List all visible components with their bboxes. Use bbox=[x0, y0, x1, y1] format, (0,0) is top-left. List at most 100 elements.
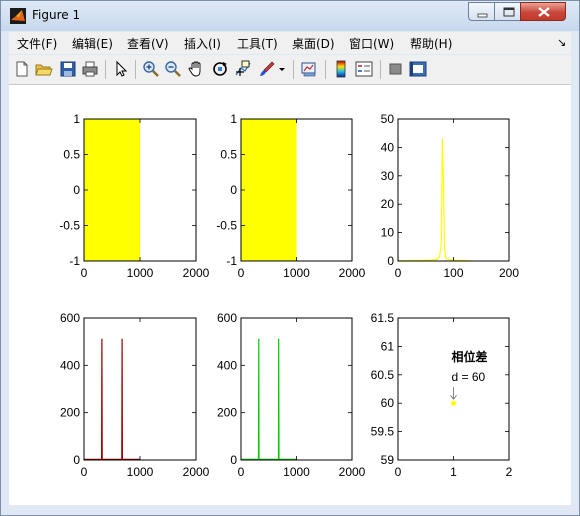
signal-fill bbox=[241, 119, 297, 261]
zoom-out-icon[interactable] bbox=[164, 60, 182, 78]
y-tick-label: 60 bbox=[381, 396, 395, 410]
rotate-3d-icon[interactable] bbox=[211, 60, 229, 78]
toolbar-separator bbox=[293, 60, 294, 79]
y-tick-label: 0 bbox=[387, 254, 394, 268]
toolbar bbox=[9, 55, 571, 85]
y-tick-label: 0 bbox=[73, 183, 80, 197]
maximize-icon bbox=[503, 7, 515, 17]
x-tick-label: 200 bbox=[499, 266, 519, 280]
y-tick-label: 59 bbox=[381, 453, 395, 467]
edit-plot-arrow-icon[interactable] bbox=[112, 60, 130, 78]
x-tick-label: 0 bbox=[238, 465, 245, 479]
figure-window: Figure 1 文件(F) 编辑(E) 查看(V) 插入(I) 工具(T) 桌… bbox=[0, 0, 580, 516]
minimize-icon bbox=[477, 13, 488, 18]
y-tick-label: 20 bbox=[381, 197, 395, 211]
y-tick-label: -0.5 bbox=[59, 219, 80, 233]
hide-plot-tools-icon[interactable] bbox=[387, 60, 405, 78]
plot-area bbox=[241, 318, 352, 460]
annotation-label: 相位差 bbox=[452, 349, 488, 364]
dock-arrow-icon[interactable]: ↘ bbox=[557, 36, 566, 49]
x-tick-label: 0 bbox=[395, 465, 402, 479]
plot-area bbox=[398, 119, 509, 261]
toolbar-separator bbox=[135, 60, 136, 79]
link-plot-icon[interactable] bbox=[300, 60, 318, 78]
y-tick-label: 600 bbox=[60, 311, 80, 325]
brush-icon[interactable] bbox=[258, 60, 276, 78]
menu-desktop[interactable]: 桌面(D) bbox=[292, 35, 335, 52]
menu-file[interactable]: 文件(F) bbox=[17, 35, 57, 52]
y-tick-label: 1 bbox=[73, 112, 80, 126]
y-tick-label: 400 bbox=[60, 358, 80, 372]
x-tick-label: 1000 bbox=[127, 465, 154, 479]
y-tick-label: 60.5 bbox=[371, 368, 395, 382]
y-tick-label: 200 bbox=[60, 406, 80, 420]
axes-1[interactable]: 0 1000 2000 -1 -0.5 0 0.5 1 bbox=[59, 112, 209, 280]
y-tick-label: 0 bbox=[230, 183, 237, 197]
x-tick-label: 0 bbox=[81, 465, 88, 479]
x-tick-label: 2000 bbox=[339, 266, 366, 280]
data-cursor-icon[interactable] bbox=[234, 60, 252, 78]
x-tick-label: 100 bbox=[443, 266, 463, 280]
data-point bbox=[451, 400, 456, 406]
x-tick-label: 1000 bbox=[127, 266, 154, 280]
minimize-button[interactable] bbox=[468, 2, 495, 21]
brush-dropdown-arrow-icon[interactable] bbox=[277, 60, 287, 78]
y-tick-label: 0 bbox=[230, 453, 237, 467]
menu-edit[interactable]: 编辑(E) bbox=[72, 35, 113, 52]
x-tick-label: 0 bbox=[81, 266, 88, 280]
x-tick-label: 1 bbox=[450, 465, 457, 479]
colorbar-icon[interactable] bbox=[332, 60, 350, 78]
axes-6[interactable]: 相位差 d = 60 0 1 2 59 59.5 60 60.5 61 61.5 bbox=[371, 311, 513, 479]
new-figure-icon[interactable] bbox=[13, 60, 31, 78]
matlab-logo-icon bbox=[10, 8, 26, 24]
toolbar-separator bbox=[105, 60, 106, 79]
signal-fill bbox=[84, 119, 140, 261]
y-tick-label: -0.5 bbox=[216, 219, 237, 233]
close-icon bbox=[538, 7, 550, 17]
figure-canvas[interactable]: 0 1000 2000 -1 -0.5 0 0.5 1 0 1000 2000 -1 -0.5 0 0.5 1… bbox=[9, 85, 571, 505]
legend-icon[interactable] bbox=[355, 60, 373, 78]
menu-tools[interactable]: 工具(T) bbox=[237, 35, 278, 52]
y-tick-label: 59.5 bbox=[371, 425, 395, 439]
y-tick-label: 400 bbox=[217, 358, 237, 372]
y-tick-label: 61.5 bbox=[371, 311, 395, 325]
x-tick-label: 2000 bbox=[183, 266, 210, 280]
print-icon[interactable] bbox=[81, 60, 99, 78]
menu-window[interactable]: 窗口(W) bbox=[349, 35, 394, 52]
open-file-icon[interactable] bbox=[35, 60, 53, 78]
x-tick-label: 2000 bbox=[183, 465, 210, 479]
axes-3[interactable]: 0 100 200 0 10 20 30 40 50 bbox=[381, 112, 520, 280]
menu-insert[interactable]: 插入(I) bbox=[184, 35, 221, 52]
y-tick-label: 10 bbox=[381, 226, 395, 240]
y-tick-label: -1 bbox=[226, 254, 237, 268]
annotation-value: d = 60 bbox=[452, 370, 486, 384]
x-tick-label: 1000 bbox=[283, 465, 310, 479]
axes-5[interactable]: 0 1000 2000 0 200 400 600 bbox=[217, 311, 366, 479]
y-tick-label: 0 bbox=[73, 453, 80, 467]
toolbar-separator bbox=[380, 60, 381, 79]
y-tick-label: -1 bbox=[69, 254, 80, 268]
zoom-in-icon[interactable] bbox=[142, 60, 160, 78]
menu-help[interactable]: 帮助(H) bbox=[410, 35, 452, 52]
save-icon[interactable] bbox=[59, 60, 77, 78]
y-tick-label: 50 bbox=[381, 112, 395, 126]
axes-2[interactable]: 0 1000 2000 -1 -0.5 0 0.5 1 bbox=[216, 112, 365, 280]
plot-area bbox=[84, 318, 196, 460]
y-tick-label: 1 bbox=[230, 112, 237, 126]
close-button[interactable] bbox=[520, 2, 566, 21]
x-tick-label: 2000 bbox=[339, 465, 366, 479]
axes-4[interactable]: 0 1000 2000 0 200 400 600 bbox=[60, 311, 210, 479]
menu-view[interactable]: 查看(V) bbox=[127, 35, 169, 52]
y-tick-label: 61 bbox=[381, 339, 395, 353]
y-tick-label: 200 bbox=[217, 406, 237, 420]
title-bar[interactable]: Figure 1 bbox=[1, 1, 579, 31]
y-tick-label: 0.5 bbox=[220, 148, 237, 162]
show-plot-tools-icon[interactable] bbox=[409, 60, 427, 78]
y-tick-label: 30 bbox=[381, 169, 395, 183]
pan-hand-icon[interactable] bbox=[187, 60, 205, 78]
y-tick-label: 40 bbox=[381, 140, 395, 154]
x-tick-label: 1000 bbox=[283, 266, 310, 280]
maximize-button[interactable] bbox=[494, 2, 521, 21]
menu-bar: 文件(F) 编辑(E) 查看(V) 插入(I) 工具(T) 桌面(D) 窗口(W… bbox=[9, 32, 571, 54]
y-tick-label: 600 bbox=[217, 311, 237, 325]
